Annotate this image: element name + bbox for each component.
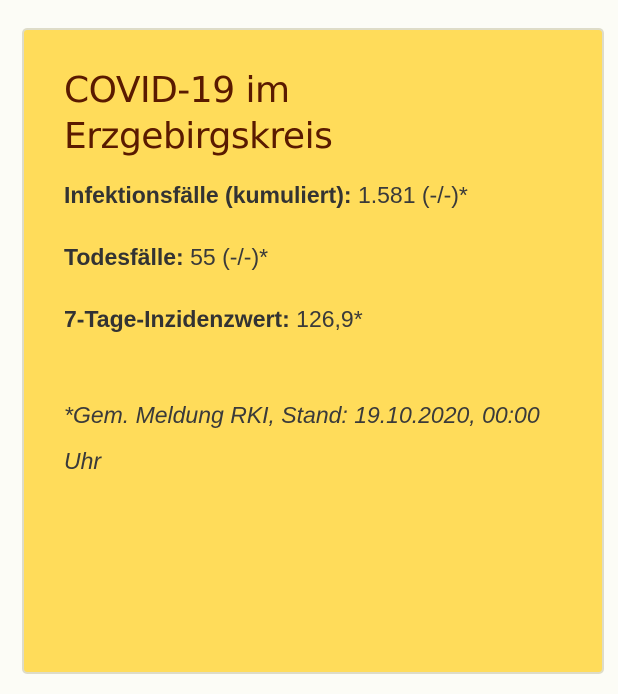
stat-infections-value: 1.581 (-/-)*	[357, 182, 468, 208]
stat-deaths-label: Todesfälle:	[64, 244, 184, 270]
stat-deaths: Todesfälle: 55 (-/-)*	[64, 238, 562, 276]
card-title: COVID-19 im Erzgebirgskreis	[64, 70, 333, 157]
stat-incidence-label: 7-Tage-Inzidenzwert:	[64, 306, 290, 332]
covid-info-card: COVID-19 im Erzgebirgskreis Infektionsfä…	[22, 28, 604, 674]
source-footnote: *Gem. Meldung RKI, Stand: 19.10.2020, 00…	[64, 402, 540, 474]
stat-infections-label: Infektionsfälle (kumuliert):	[64, 182, 352, 208]
stat-incidence-value: 126,9*	[296, 306, 363, 332]
stat-incidence: 7-Tage-Inzidenzwert: 126,9*	[64, 300, 562, 338]
stat-infections: Infektionsfälle (kumuliert): 1.581 (-/-)…	[64, 176, 562, 214]
stat-deaths-value: 55 (-/-)*	[190, 244, 269, 270]
